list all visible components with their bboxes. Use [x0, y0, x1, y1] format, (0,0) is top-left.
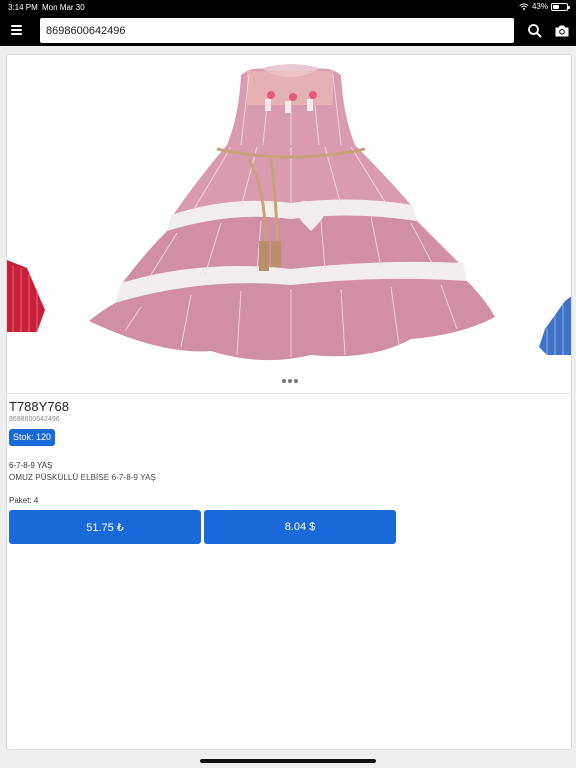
top-toolbar	[0, 14, 576, 46]
image-carousel[interactable]	[7, 55, 572, 393]
page-body: T788Y768 8698600642496 Stok: 120 6-7-8-9…	[0, 46, 576, 768]
product-image[interactable]	[81, 55, 501, 370]
status-right-group: 43%	[519, 2, 570, 11]
product-paket: Paket: 4	[9, 496, 39, 505]
divider	[7, 393, 571, 394]
battery-icon	[551, 2, 570, 11]
page-dot	[294, 379, 298, 383]
previous-product-image[interactable]	[7, 260, 47, 332]
price-try-button[interactable]: 51.75 ₺	[9, 510, 201, 544]
product-description: OMUZ PÜSKÜLLÜ ELBİSE 6-7-8-9 YAŞ	[9, 473, 156, 482]
home-indicator[interactable]	[200, 759, 376, 763]
battery-percent: 43%	[531, 2, 548, 11]
product-card: T788Y768 8698600642496 Stok: 120 6-7-8-9…	[6, 54, 572, 750]
next-product-image[interactable]	[537, 295, 572, 355]
battery-level	[553, 4, 559, 9]
price-usd-button[interactable]: 8.04 $	[204, 510, 396, 544]
magnifier-icon[interactable]	[526, 22, 544, 40]
status-time: 3:14 PM	[8, 3, 38, 12]
page-dot	[288, 379, 292, 383]
stock-badge: Stok: 120	[9, 429, 56, 446]
carousel-page-indicator[interactable]	[7, 379, 571, 383]
hamburger-menu-icon[interactable]	[6, 20, 26, 40]
product-barcode: 8698600642496	[9, 416, 60, 423]
search-input[interactable]	[40, 18, 514, 43]
wifi-icon	[519, 3, 529, 10]
camera-icon[interactable]	[553, 22, 571, 40]
status-date: Mon Mar 30	[42, 3, 85, 12]
product-age: 6-7-8-9 YAŞ	[9, 461, 53, 470]
page-dot	[282, 379, 286, 383]
product-code: T788Y768	[9, 399, 69, 414]
status-bar: 3:14 PM Mon Mar 30 43%	[0, 0, 576, 14]
